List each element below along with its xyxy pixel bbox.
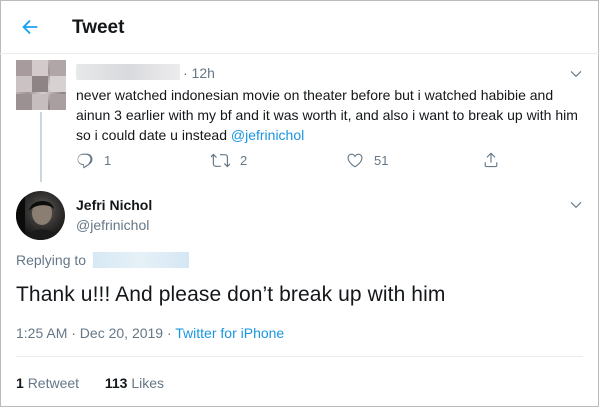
parent-tweet-actions: 1 2 51 bbox=[76, 151, 498, 171]
divider bbox=[16, 356, 583, 357]
avatar-pixel bbox=[50, 76, 66, 92]
share-icon bbox=[484, 152, 498, 168]
avatar-pixel bbox=[32, 76, 48, 92]
chevron-down-icon bbox=[570, 71, 582, 77]
like-count: 51 bbox=[374, 152, 389, 168]
tweet-client-link[interactable]: Twitter for iPhone bbox=[175, 325, 284, 341]
avatar-pixel bbox=[32, 94, 48, 110]
chevron-down-icon bbox=[570, 202, 582, 208]
tweet-metadata: 1:25 AM · Dec 20, 2019 · Twitter for iPh… bbox=[16, 325, 284, 341]
back-button[interactable] bbox=[16, 13, 44, 41]
retweets-label: Retweet bbox=[27, 375, 80, 391]
retweet-button[interactable]: 2 bbox=[211, 151, 247, 170]
reply-button[interactable]: 1 bbox=[76, 151, 111, 169]
blurred-replying-to-handle[interactable] bbox=[93, 252, 189, 268]
avatar-pixel bbox=[32, 60, 48, 76]
tweet-timestamp[interactable]: 1:25 AM · Dec 20, 2019 · bbox=[16, 325, 175, 341]
replying-to-label: Replying to bbox=[16, 252, 87, 268]
likes-count: 113 bbox=[104, 375, 128, 391]
avatar-pixel bbox=[16, 76, 32, 92]
like-button[interactable]: 51 bbox=[346, 151, 388, 169]
like-icon bbox=[347, 153, 363, 168]
avatar-pixel bbox=[50, 94, 66, 110]
retweet-count: 2 bbox=[240, 153, 248, 168]
avatar-pixel bbox=[16, 60, 32, 76]
likes-stat[interactable]: 113 Likes bbox=[105, 375, 164, 391]
likes-label: Likes bbox=[131, 375, 164, 391]
retweet-icon bbox=[211, 153, 230, 168]
tweet-stats: 1 Retweet 113 Likes bbox=[16, 375, 164, 391]
page-title: Tweet bbox=[72, 17, 125, 38]
retweets-count: 1 bbox=[16, 375, 24, 391]
reply-more-button[interactable] bbox=[568, 197, 584, 213]
header-bar: Tweet bbox=[0, 0, 599, 54]
parent-tweet-text: never watched indonesian movie on theate… bbox=[76, 86, 581, 145]
arrow-left-icon bbox=[22, 19, 38, 35]
reply-count: 1 bbox=[104, 152, 112, 168]
parent-tweet-body: never watched indonesian movie on theate… bbox=[76, 87, 578, 143]
reply-author-handle[interactable]: @jefrinichol bbox=[76, 217, 149, 233]
blurred-username bbox=[76, 64, 180, 80]
parent-more-button[interactable] bbox=[568, 66, 584, 82]
parent-tweet-time[interactable]: · 12h bbox=[183, 65, 215, 81]
thread-connector-line bbox=[40, 112, 42, 182]
reply-avatar[interactable] bbox=[16, 191, 65, 240]
retweets-stat[interactable]: 1 Retweet bbox=[16, 375, 79, 391]
reply-tweet-text: Thank u!!! And please don’t break up wit… bbox=[16, 283, 446, 306]
avatar-pixel bbox=[16, 94, 32, 110]
share-button[interactable] bbox=[482, 151, 500, 169]
reply-author-name[interactable]: Jefri Nichol bbox=[76, 197, 152, 213]
mention-link[interactable]: @jefrinichol bbox=[231, 127, 304, 143]
avatar-photo bbox=[16, 191, 60, 240]
parent-avatar[interactable] bbox=[16, 60, 66, 110]
avatar-pixel bbox=[50, 60, 66, 76]
reply-icon bbox=[77, 153, 93, 169]
